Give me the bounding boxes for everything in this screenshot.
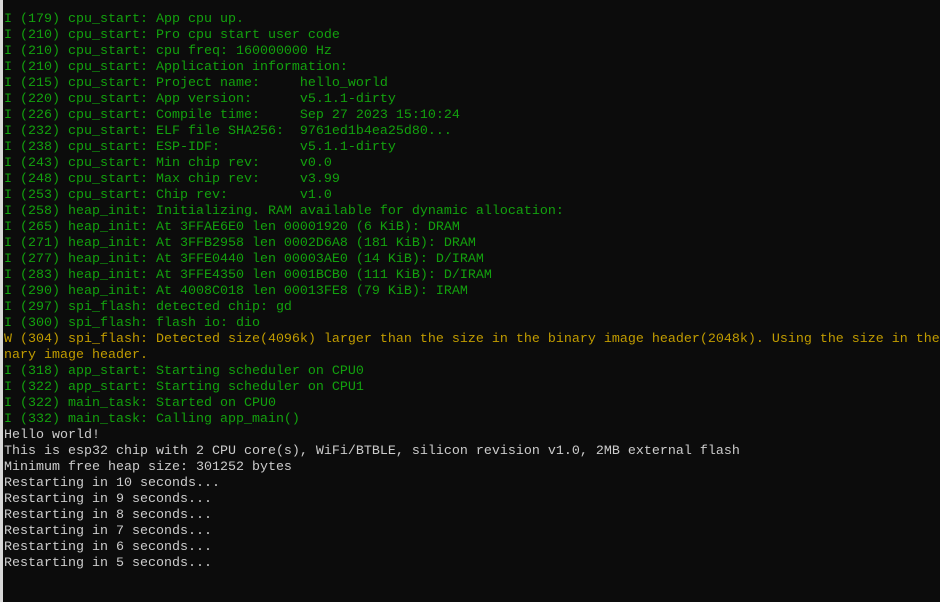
- log-line-info: I (297) spi_flash: detected chip: gd: [4, 300, 292, 315]
- log-line-plain: Restarting in 10 seconds...: [4, 476, 220, 491]
- log-line-info: I (179) cpu_start: App cpu up.: [4, 12, 244, 27]
- log-line-info: I (238) cpu_start: ESP-IDF: v5.1.1-dirty: [4, 140, 396, 155]
- log-line-info: I (248) cpu_start: Max chip rev: v3.99: [4, 172, 340, 187]
- log-line-plain: Hello world!: [4, 428, 100, 443]
- log-line-info: I (210) cpu_start: Application informati…: [4, 60, 348, 75]
- log-line-info: I (290) heap_init: At 4008C018 len 00013…: [4, 284, 468, 299]
- log-line-info: I (277) heap_init: At 3FFE0440 len 00003…: [4, 252, 484, 267]
- log-line-plain: Restarting in 6 seconds...: [4, 540, 212, 555]
- log-line-info: I (243) cpu_start: Min chip rev: v0.0: [4, 156, 332, 171]
- log-line-plain: Minimum free heap size: 301252 bytes: [4, 460, 292, 475]
- log-line-warning: W (304) spi_flash: Detected size(4096k) …: [4, 332, 940, 347]
- log-line-info: I (220) cpu_start: App version: v5.1.1-d…: [4, 92, 396, 107]
- log-line-info: I (283) heap_init: At 3FFE4350 len 0001B…: [4, 268, 492, 283]
- log-line-plain: Restarting in 9 seconds...: [4, 492, 212, 507]
- log-line-info: I (265) heap_init: At 3FFAE6E0 len 00001…: [4, 220, 460, 235]
- log-line-info: I (322) main_task: Started on CPU0: [4, 396, 276, 411]
- log-line-info: I (300) spi_flash: flash io: dio: [4, 316, 260, 331]
- log-line-info: I (210) cpu_start: cpu freq: 160000000 H…: [4, 44, 332, 59]
- log-line-info: I (232) cpu_start: ELF file SHA256: 9761…: [4, 124, 452, 139]
- log-line-plain: This is esp32 chip with 2 CPU core(s), W…: [4, 444, 740, 459]
- log-line-plain: Restarting in 7 seconds...: [4, 524, 212, 539]
- log-line-info: I (215) cpu_start: Project name: hello_w…: [4, 76, 388, 91]
- log-line-warning: nary image header.: [4, 348, 148, 363]
- log-line-plain: Restarting in 5 seconds...: [4, 556, 212, 571]
- log-line-info: I (258) heap_init: Initializing. RAM ava…: [4, 204, 564, 219]
- terminal-output[interactable]: I (179) cpu_start: App cpu up. I (210) cp…: [4, 12, 940, 572]
- log-line-info: I (332) main_task: Calling app_main(): [4, 412, 300, 427]
- window-edge: [0, 0, 3, 602]
- log-line-info: I (253) cpu_start: Chip rev: v1.0: [4, 188, 332, 203]
- log-line-plain: Restarting in 8 seconds...: [4, 508, 212, 523]
- log-line-info: I (226) cpu_start: Compile time: Sep 27 …: [4, 108, 460, 123]
- log-line-info: I (318) app_start: Starting scheduler on…: [4, 364, 364, 379]
- log-line-info: I (271) heap_init: At 3FFB2958 len 0002D…: [4, 236, 476, 251]
- log-line-info: I (210) cpu_start: Pro cpu start user co…: [4, 28, 340, 43]
- log-line-info: I (322) app_start: Starting scheduler on…: [4, 380, 364, 395]
